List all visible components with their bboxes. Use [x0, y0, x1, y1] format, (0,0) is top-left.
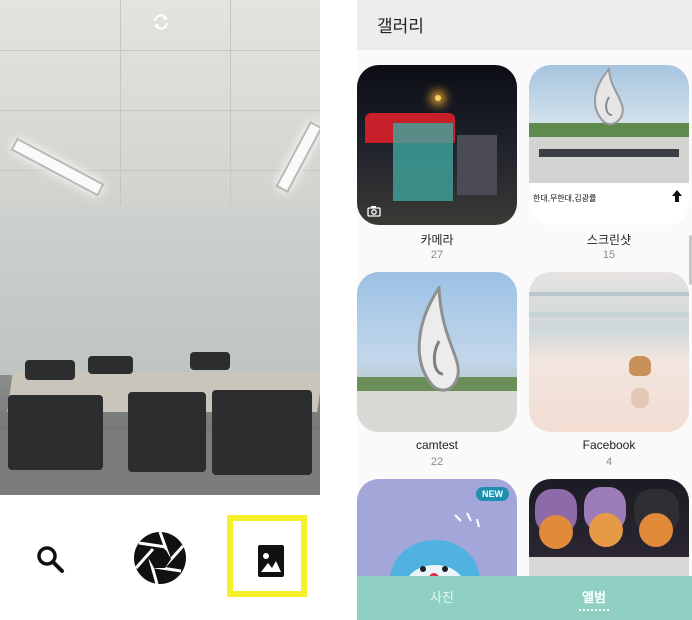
viewfinder-chair — [88, 356, 133, 374]
tab-albums-label: 앨범 — [582, 590, 606, 605]
album-thumbnail — [357, 65, 517, 225]
share-icon — [672, 190, 682, 202]
tab-active-indicator — [579, 609, 609, 611]
screenshot-caption: 한대,무한대,김광률 — [533, 194, 597, 203]
album-thumbnail — [529, 272, 689, 432]
shutter-button[interactable] — [133, 531, 187, 585]
building-shape — [457, 135, 497, 195]
viewfinder-wall — [0, 205, 320, 375]
album-thumbnail: 한대,무한대,김광률 — [529, 65, 689, 225]
sculpture-shape — [593, 67, 624, 125]
album-count: 4 — [605, 456, 613, 468]
wave-shape — [529, 330, 689, 336]
album-name: camtest — [415, 438, 458, 452]
camera-switch-icon[interactable] — [150, 13, 172, 35]
gallery-title: 갤러리 — [377, 17, 424, 36]
album-count: 15 — [602, 249, 616, 261]
gallery-button[interactable] — [227, 515, 307, 597]
sculpture-shape — [417, 286, 460, 392]
viewfinder-chair — [25, 360, 75, 380]
ceiling-tile-line — [120, 0, 121, 210]
viewfinder-chair — [8, 395, 103, 470]
gallery-tab-bar: 사진 앨범 — [357, 576, 692, 620]
ceiling-tile-line — [0, 110, 320, 111]
plaza-shape — [529, 137, 689, 185]
ceiling-tile-line — [0, 50, 320, 51]
tab-albums[interactable]: 앨범 — [549, 576, 639, 620]
shutter-aperture-icon — [134, 531, 186, 585]
viewfinder-chair — [128, 392, 206, 472]
album-name: Facebook — [582, 438, 636, 452]
dog-shape — [629, 356, 651, 376]
search-icon — [37, 546, 64, 573]
album-thumbnail — [357, 272, 517, 432]
new-badge: NEW — [476, 487, 509, 501]
dog-reflection-shape — [631, 388, 649, 408]
album-count: 22 — [430, 456, 444, 468]
pedestal-shape — [539, 149, 679, 157]
gallery-image-icon — [258, 545, 284, 577]
phone-booth-shape — [393, 123, 453, 201]
album-name: 스크린샷 — [586, 233, 632, 247]
plush-face-shape — [589, 513, 623, 547]
wave-shape — [529, 292, 689, 296]
camera-viewfinder[interactable] — [0, 0, 320, 495]
album-count: 27 — [430, 249, 444, 261]
wave-shape — [529, 312, 689, 317]
tab-photos[interactable]: 사진 — [397, 576, 487, 620]
screenshot-caption-bar: 한대,무한대,김광률 — [529, 183, 689, 225]
search-button[interactable] — [30, 540, 70, 580]
album-name: 카메라 — [420, 233, 454, 247]
gallery-header: 갤러리 — [357, 0, 692, 50]
gallery-screen: 갤러리 카메라 27 한대,무한대,김광률 스크린샷 15 camtest 22… — [357, 0, 692, 620]
viewfinder-chair — [212, 390, 312, 475]
viewfinder-chair — [190, 352, 230, 370]
camera-icon — [367, 206, 381, 217]
plush-face-shape — [539, 515, 573, 549]
ceiling-tile-line — [230, 0, 231, 210]
street-light-shape — [435, 95, 441, 101]
plush-face-shape — [639, 513, 673, 547]
camera-screen — [0, 0, 320, 620]
